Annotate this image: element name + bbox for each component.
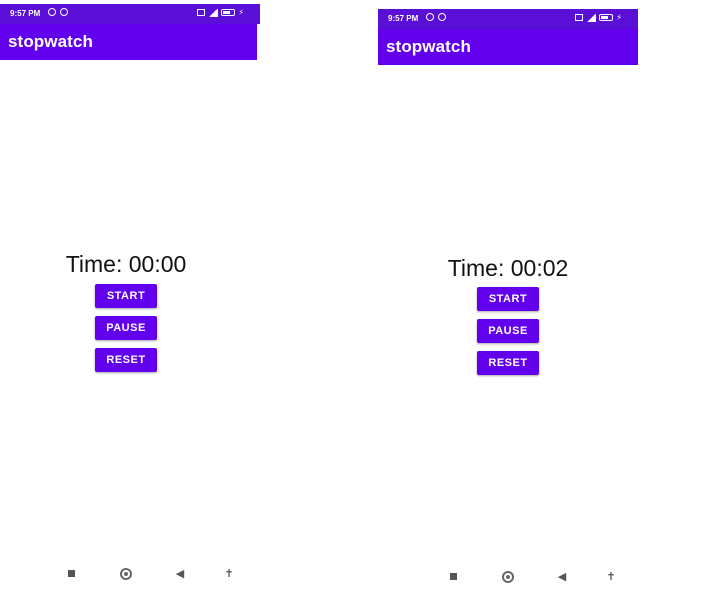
sim-icon: [197, 9, 206, 16]
signal-icon: [208, 8, 219, 17]
alarm-icon: [48, 8, 56, 16]
battery-icon: [599, 14, 614, 21]
status-time: 9:57 PM: [388, 14, 419, 23]
app-bar: stopwatch: [378, 29, 638, 65]
signal-icon: [586, 13, 597, 22]
home-icon[interactable]: [119, 567, 133, 581]
home-icon[interactable]: [501, 570, 515, 584]
phone-screen-right: 9:57 PM ⚡ stopwatch Time: 00:02 START PA…: [378, 0, 638, 606]
sim-icon: [575, 14, 584, 21]
back-icon[interactable]: ◀: [555, 570, 569, 584]
notification-icon: [60, 8, 68, 16]
recents-icon[interactable]: [64, 567, 78, 581]
recents-icon[interactable]: [446, 570, 460, 584]
app-bar: stopwatch: [0, 24, 257, 60]
accessibility-icon[interactable]: ✝: [222, 567, 236, 581]
status-bar: 9:57 PM ⚡: [0, 4, 260, 24]
pause-button[interactable]: PAUSE: [477, 319, 539, 343]
reset-button[interactable]: RESET: [95, 348, 157, 372]
charging-icon: ⚡: [616, 13, 622, 22]
battery-icon: [221, 9, 236, 16]
charging-icon: ⚡: [238, 8, 244, 17]
start-button[interactable]: START: [477, 287, 539, 311]
back-icon[interactable]: ◀: [173, 567, 187, 581]
timer-display: Time: 00:00: [65, 251, 187, 277]
start-button[interactable]: START: [95, 284, 157, 308]
alarm-icon: [426, 13, 434, 21]
app-title: stopwatch: [386, 37, 471, 56]
navigation-bar: ◀ ✝: [0, 567, 260, 587]
reset-button[interactable]: RESET: [477, 351, 539, 375]
status-bar: 9:57 PM ⚡: [378, 9, 638, 29]
status-time: 9:57 PM: [10, 9, 41, 18]
pause-button[interactable]: PAUSE: [95, 316, 157, 340]
phone-screen-left: 9:57 PM ⚡ stopwatch Time: 00:00 START PA…: [0, 0, 260, 606]
notification-icon: [438, 13, 446, 21]
timer-display: Time: 00:02: [447, 255, 569, 281]
app-title: stopwatch: [8, 32, 93, 51]
accessibility-icon[interactable]: ✝: [604, 570, 618, 584]
navigation-bar: ◀ ✝: [378, 570, 638, 590]
